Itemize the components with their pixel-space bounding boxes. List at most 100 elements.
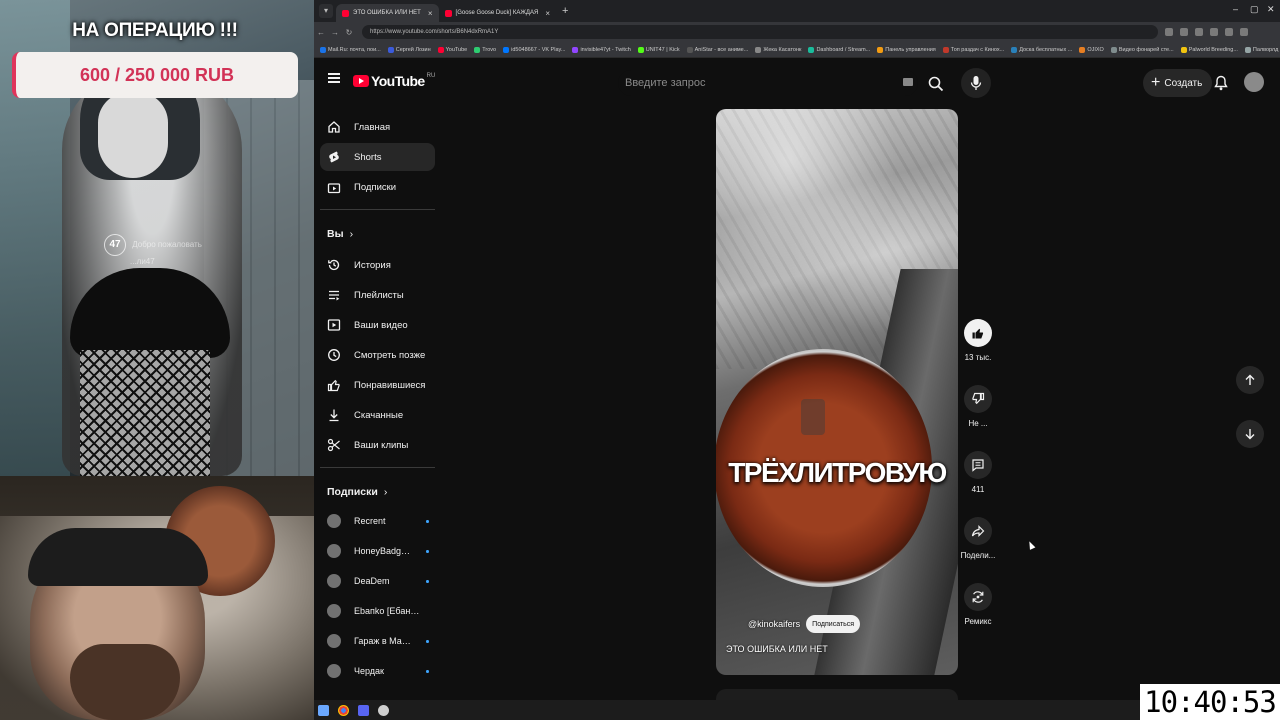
subscription-item[interactable]: DeaDem [320,567,435,595]
tab-search-button[interactable]: ▾ [319,4,333,18]
browser-menu-icon[interactable] [1240,28,1248,36]
bookmark-label: Dashboard / Stream... [816,46,871,53]
comments-button[interactable] [964,451,992,479]
dislike-button[interactable] [964,385,992,413]
sidebar-item-home[interactable]: Главная [320,113,435,141]
bookmark-star-icon[interactable] [1195,28,1203,36]
bookmark-item[interactable]: Панель управления [877,46,936,53]
notifications-button[interactable] [1211,73,1231,93]
zoom-icon[interactable] [1180,28,1188,36]
short-title[interactable]: ЭТО ОШИБКА ИЛИ НЕТ [726,644,828,654]
sidebar-item-liked[interactable]: Понравившиеся [320,371,435,399]
share-button[interactable] [964,517,992,545]
sidebar-item-label: Главная [354,121,391,133]
tab-inactive[interactable]: [Goose Goose Duck] КАЖДАЯ × [439,4,556,22]
subscription-item[interactable]: Recrent [320,507,435,535]
sidebar-item-watch-later[interactable]: Смотреть позже [320,341,435,369]
bookmark-item[interactable]: Видео фонарей сте... [1110,46,1174,53]
next-short-button[interactable] [1236,420,1264,448]
bookmark-label: Сергей Лозин [395,46,431,53]
youtube-logo[interactable]: YouTube RU [353,73,435,89]
subscription-name: Гараж в Майами [354,636,413,646]
tab-active[interactable]: ЭТО ОШИБКА ИЛИ НЕТ × [336,4,439,22]
back-icon[interactable]: ← [314,28,328,37]
reload-icon[interactable]: ↻ [342,28,356,37]
channel-handle[interactable]: @kinokaifers [748,619,800,629]
minimize-icon[interactable]: – [1233,4,1238,14]
previous-short-button[interactable] [1236,366,1264,394]
hamburger-menu-icon[interactable] [328,73,340,83]
sidebar-item-label: Смотреть позже [354,349,426,361]
address-bar[interactable]: https://www.youtube.com/shorts/B6N4dxRmA… [362,25,1158,39]
new-content-dot-icon [426,549,429,553]
bookmark-item[interactable]: Палворлд Калькуля... [1244,46,1280,53]
bookmark-item[interactable]: Dashboard / Stream... [808,46,871,53]
bookmark-favicon-icon [437,46,444,53]
bookmark-item[interactable]: Доска бесплатных ... [1011,46,1072,53]
bookmark-item[interactable]: id5048667 - VK Play... [503,46,565,53]
subscriptions-section-header[interactable]: Подписки › [327,486,387,498]
close-tab-icon[interactable]: × [545,9,550,18]
channel-avatar [327,634,341,648]
subscription-item[interactable]: Ebaпko [Ебанько] [320,597,435,625]
maximize-icon[interactable]: ▢ [1250,4,1259,15]
sidebar-item-playlists[interactable]: Плейлисты [320,281,435,309]
obs-icon[interactable] [378,704,389,716]
bookmark-item[interactable]: Trovo [474,46,496,53]
sidebar-item-downloads[interactable]: Скачанные [320,401,435,429]
bookmark-item[interactable]: Топ раздач с Кинох... [942,46,1004,53]
profile-icon[interactable] [1225,28,1233,36]
forward-icon[interactable]: → [328,28,342,37]
bookmark-item[interactable]: Mail.Ru: почта, пои... [320,46,381,53]
video-caption: ТРЁХЛИТРОВУЮ [728,457,947,488]
subscription-item[interactable]: HoneyBadger - О... [320,537,435,565]
close-window-icon[interactable]: ✕ [1267,4,1275,15]
sidebar-item-your-videos[interactable]: Ваши видео [320,311,435,339]
search-box [618,70,918,96]
bookmark-item[interactable]: UNIT47 | Kick [637,46,680,53]
search-button[interactable] [923,71,949,97]
search-input[interactable] [625,77,895,89]
extensions-icon[interactable] [1210,28,1218,36]
like-button[interactable] [964,319,992,347]
subscriptions-icon [327,180,341,194]
sidebar-item-subscriptions[interactable]: Подписки [320,173,435,201]
chat-notification: 47 Добро пожаловать ...ли47 [104,234,234,268]
bookmark-item[interactable]: invisible47yt - Twitch [572,46,631,53]
sidebar-item-clips[interactable]: Ваши клипы [320,431,435,459]
sidebar-item-history[interactable]: История [320,251,435,279]
bookmark-item[interactable]: Сергей Лозин [387,46,431,53]
voice-search-button[interactable] [961,68,991,98]
playlists-icon [327,288,341,302]
bookmark-label: UNIT47 | Kick [645,46,680,53]
channel-avatar [327,604,341,618]
bookmark-item[interactable]: Palworld Breeding... [1180,46,1238,53]
bookmark-item[interactable]: OJIXO [1079,46,1104,53]
chrome-icon[interactable] [338,704,349,716]
cast-icon[interactable] [1165,28,1173,36]
subscription-item[interactable]: Гараж в Майами [320,627,435,655]
mouse-cursor-icon [1026,540,1036,550]
remix-action: Ремикс [958,583,998,626]
app-icon[interactable] [358,704,369,716]
close-tab-icon[interactable]: × [428,9,433,18]
bookmark-favicon-icon [503,46,510,53]
subscribe-button[interactable]: Подписаться [806,615,861,633]
you-section-header[interactable]: Вы › [327,228,353,240]
bookmark-item[interactable]: YouTube [437,46,467,53]
remix-button[interactable] [964,583,992,611]
sidebar-item-shorts[interactable]: Shorts [320,143,435,171]
comments-count: 411 [971,485,985,494]
account-avatar[interactable] [1244,72,1264,92]
subscription-item[interactable]: Чердак [320,657,435,685]
short-video-player[interactable]: ТРЁХЛИТРОВУЮ @kinokaifers Подписаться ЭТ… [716,109,958,675]
clips-icon [327,438,341,452]
bookmark-favicon-icon [387,46,394,53]
channel-avatar [327,514,341,528]
new-tab-button[interactable]: + [562,5,568,17]
create-button[interactable]: + Создать [1143,69,1213,97]
keyboard-icon[interactable] [903,78,913,86]
start-icon[interactable] [318,704,329,716]
bookmark-item[interactable]: Жека Касатонк [755,46,801,53]
bookmark-item[interactable]: AniStar - все аниме... [686,46,748,53]
